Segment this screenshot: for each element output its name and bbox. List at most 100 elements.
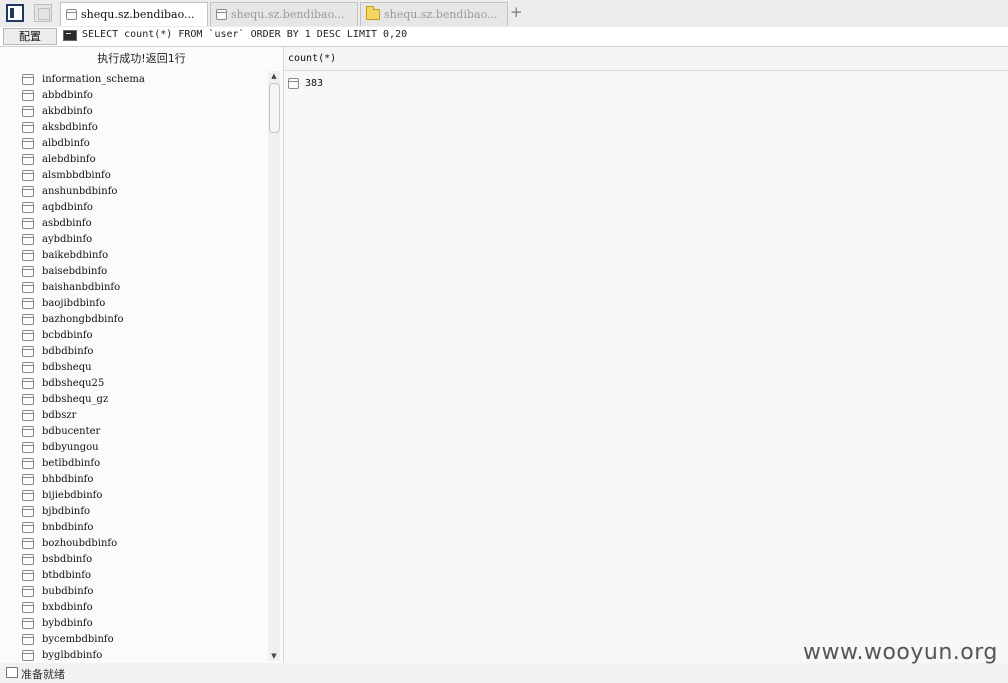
list-item[interactable]: aqbdbinfo xyxy=(22,199,145,215)
database-icon xyxy=(22,473,34,485)
database-name: bsbdbinfo xyxy=(42,553,93,565)
list-item[interactable]: bjbdbinfo xyxy=(22,503,145,519)
list-item[interactable]: albdbinfo xyxy=(22,135,145,151)
database-name: alsmbbdbinfo xyxy=(42,169,111,181)
database-icon xyxy=(22,425,34,437)
database-name: bdbshequ25 xyxy=(42,377,105,389)
list-item[interactable]: btbdbinfo xyxy=(22,567,145,583)
list-item[interactable]: bybdbinfo xyxy=(22,615,145,631)
scroll-thumb[interactable] xyxy=(269,83,280,133)
database-icon xyxy=(22,649,34,661)
database-name: aqbdbinfo xyxy=(42,201,93,213)
folder-icon xyxy=(366,6,380,20)
list-item[interactable]: baikebdbinfo xyxy=(22,247,145,263)
list-item[interactable]: bdbszr xyxy=(22,407,145,423)
sql-query-input[interactable]: SELECT count(*) FROM `user` ORDER BY 1 D… xyxy=(82,29,407,40)
list-item[interactable]: bdbshequ xyxy=(22,359,145,375)
database-name: anshunbdbinfo xyxy=(42,185,118,197)
scroll-down-arrow[interactable]: ▼ xyxy=(268,651,280,661)
list-item[interactable]: asbdbinfo xyxy=(22,215,145,231)
list-item[interactable]: alebdbinfo xyxy=(22,151,145,167)
list-item[interactable]: aksbdbinfo xyxy=(22,119,145,135)
list-item[interactable]: byglbdbinfo xyxy=(22,647,145,663)
database-name: bdbdbinfo xyxy=(42,345,94,357)
database-name: bdbucenter xyxy=(42,425,101,437)
list-item[interactable]: bdbshequ25 xyxy=(22,375,145,391)
list-item[interactable]: baishanbdbinfo xyxy=(22,279,145,295)
table-row[interactable]: 383 xyxy=(288,78,323,89)
list-item[interactable]: anshunbdbinfo xyxy=(22,183,145,199)
vertical-scrollbar[interactable]: ▲ ▼ xyxy=(268,71,280,661)
list-item[interactable]: bazhongbdbinfo xyxy=(22,311,145,327)
tab-connection-1[interactable]: shequ.sz.bendibao... xyxy=(60,2,208,26)
list-item[interactable]: abbdbinfo xyxy=(22,87,145,103)
list-item[interactable]: bdbdbinfo xyxy=(22,343,145,359)
list-item[interactable]: aybdbinfo xyxy=(22,231,145,247)
list-item[interactable]: baojibdbinfo xyxy=(22,295,145,311)
table-cell[interactable]: 383 xyxy=(305,78,323,89)
database-list: information_schema abbdbinfo akbdbinfo aksb… xyxy=(22,71,145,663)
list-item[interactable]: alsmbbdbinfo xyxy=(22,167,145,183)
database-icon xyxy=(22,281,34,293)
list-item[interactable]: bdbucenter xyxy=(22,423,145,439)
results-grid: count(*) 383 xyxy=(284,47,1008,663)
database-icon xyxy=(22,521,34,533)
config-button[interactable]: 配置 xyxy=(3,28,57,45)
watermark: www.wooyun.org xyxy=(803,640,998,665)
tab-connection-2[interactable]: shequ.sz.bendibao... xyxy=(210,2,358,26)
list-item[interactable]: bdbyungou xyxy=(22,439,145,455)
database-name: bozhoubdbinfo xyxy=(42,537,118,549)
database-name: alebdbinfo xyxy=(42,153,96,165)
database-icon xyxy=(22,313,34,325)
database-name: bjbdbinfo xyxy=(42,505,91,517)
database-icon xyxy=(22,601,34,613)
database-icon xyxy=(22,505,34,517)
database-icon xyxy=(22,377,34,389)
query-bar: 配置 SELECT count(*) FROM `user` ORDER BY … xyxy=(0,27,1008,47)
list-item[interactable]: bdbshequ_gz xyxy=(22,391,145,407)
database-icon xyxy=(22,185,34,197)
list-item[interactable]: bubdbinfo xyxy=(22,583,145,599)
database-name: bybdbinfo xyxy=(42,617,93,629)
list-item[interactable]: bcbdbinfo xyxy=(22,327,145,343)
list-item[interactable]: bsbdbinfo xyxy=(22,551,145,567)
tab-label: shequ.sz.bendibao... xyxy=(384,8,498,21)
database-icon xyxy=(22,617,34,629)
toggle-panel-button[interactable] xyxy=(6,4,24,22)
list-item[interactable]: baisebdbinfo xyxy=(22,263,145,279)
list-item[interactable]: bnbdbinfo xyxy=(22,519,145,535)
list-item[interactable]: bijiebdbinfo xyxy=(22,487,145,503)
database-icon xyxy=(22,297,34,309)
database-icon xyxy=(22,169,34,181)
list-item[interactable]: betlbdbinfo xyxy=(22,455,145,471)
tab-connection-3[interactable]: shequ.sz.bendibao... xyxy=(360,2,508,26)
database-icon xyxy=(22,105,34,117)
column-header[interactable]: count(*) xyxy=(288,53,336,64)
database-name: aybdbinfo xyxy=(42,233,93,245)
database-name: baojibdbinfo xyxy=(42,297,106,309)
database-icon xyxy=(22,393,34,405)
database-name: bdbyungou xyxy=(42,441,99,453)
database-name: bycembdbinfo xyxy=(42,633,114,645)
database-icon xyxy=(216,9,227,20)
add-tab-button[interactable]: + xyxy=(510,3,523,21)
list-item[interactable]: bhbdbinfo xyxy=(22,471,145,487)
database-name: baishanbdbinfo xyxy=(42,281,121,293)
database-name: bnbdbinfo xyxy=(42,521,94,533)
grid-view-button[interactable] xyxy=(34,4,52,22)
database-name: bazhongbdbinfo xyxy=(42,313,124,325)
database-icon xyxy=(22,489,34,501)
list-item[interactable]: bxbdbinfo xyxy=(22,599,145,615)
list-item[interactable]: akbdbinfo xyxy=(22,103,145,119)
tab-label: shequ.sz.bendibao... xyxy=(81,8,195,21)
database-icon xyxy=(22,569,34,581)
database-icon xyxy=(22,633,34,645)
database-name: abbdbinfo xyxy=(42,89,93,101)
row-icon xyxy=(288,78,299,89)
list-item[interactable]: bycembdbinfo xyxy=(22,631,145,647)
scroll-up-arrow[interactable]: ▲ xyxy=(268,71,280,81)
list-item[interactable]: bozhoubdbinfo xyxy=(22,535,145,551)
database-icon xyxy=(22,409,34,421)
database-icon xyxy=(22,553,34,565)
list-item[interactable]: information_schema xyxy=(22,71,145,87)
